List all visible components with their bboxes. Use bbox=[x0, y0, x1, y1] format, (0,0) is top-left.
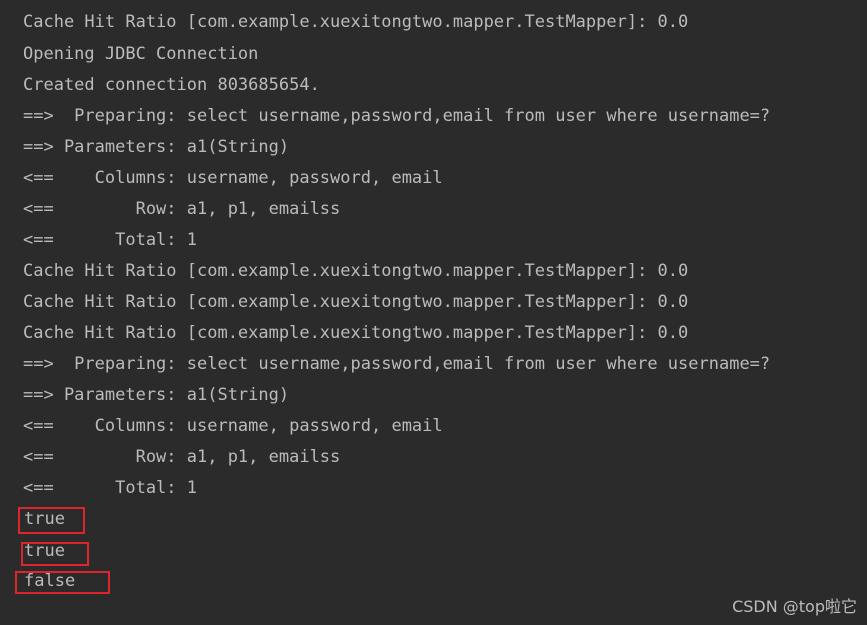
watermark-text: CSDN @top啦它 bbox=[732, 597, 857, 616]
console-line-parameters-2: ==> Parameters: a1(String) bbox=[23, 385, 290, 405]
console-line-columns-2: <== Columns: username, password, email bbox=[23, 416, 443, 436]
console-line-opening-connection: Opening JDBC Connection bbox=[23, 44, 259, 64]
console-line-preparing-2: ==> Preparing: select username,password,… bbox=[23, 354, 771, 374]
highlight-box-result-3 bbox=[15, 571, 110, 594]
console-output[interactable]: Cache Hit Ratio [com.example.xuexitongtw… bbox=[0, 0, 867, 625]
console-line-preparing-1: ==> Preparing: select username,password,… bbox=[23, 106, 771, 126]
console-line-columns-1: <== Columns: username, password, email bbox=[23, 168, 443, 188]
console-line-cache-hit-2: Cache Hit Ratio [com.example.xuexitongtw… bbox=[23, 261, 689, 281]
console-line-total-2: <== Total: 1 bbox=[23, 478, 197, 498]
console-line-row-2: <== Row: a1, p1, emailss bbox=[23, 447, 341, 467]
console-line-cache-hit-1: Cache Hit Ratio [com.example.xuexitongtw… bbox=[23, 12, 689, 32]
console-line-total-1: <== Total: 1 bbox=[23, 230, 197, 250]
console-line-cache-hit-4: Cache Hit Ratio [com.example.xuexitongtw… bbox=[23, 323, 689, 343]
console-line-parameters-1: ==> Parameters: a1(String) bbox=[23, 137, 290, 157]
console-line-created-connection: Created connection 803685654. bbox=[23, 75, 320, 95]
console-line-cache-hit-3: Cache Hit Ratio [com.example.xuexitongtw… bbox=[23, 292, 689, 312]
highlight-box-result-1 bbox=[18, 507, 85, 534]
console-line-row-1: <== Row: a1, p1, emailss bbox=[23, 199, 341, 219]
highlight-box-result-2 bbox=[21, 542, 89, 566]
